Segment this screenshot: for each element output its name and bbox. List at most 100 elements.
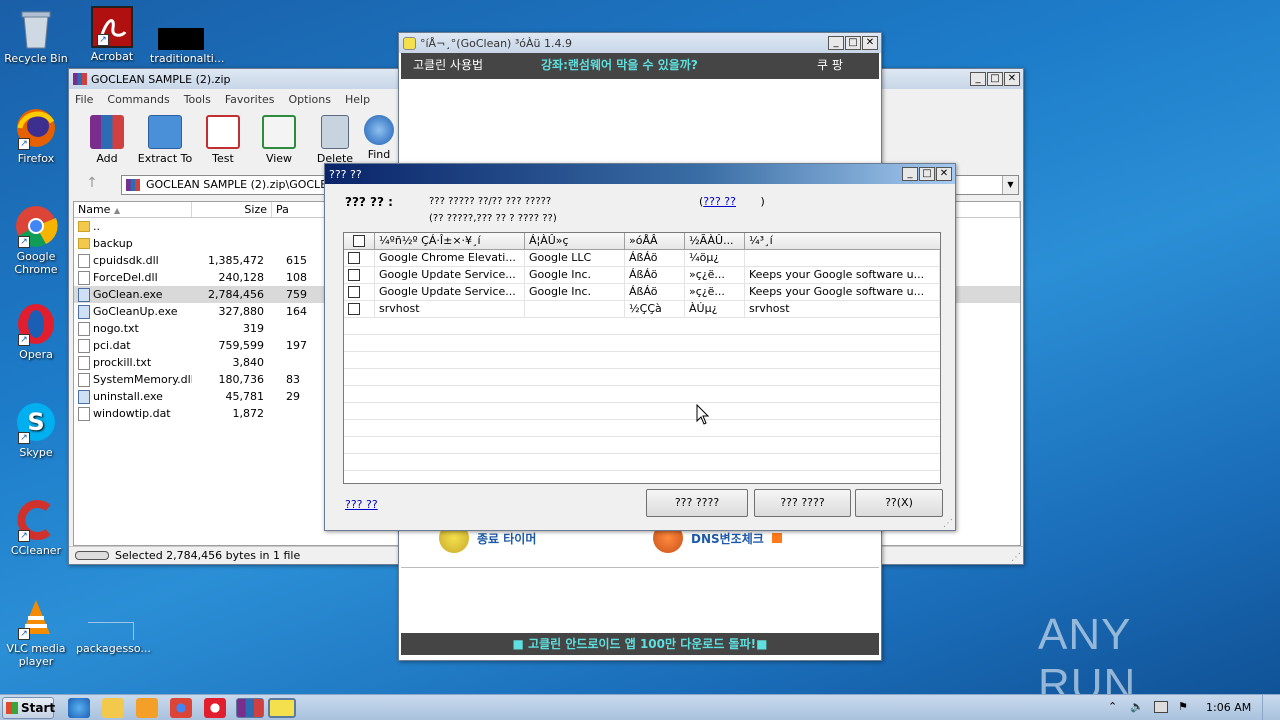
taskbar-goclean-icon[interactable] (268, 698, 296, 718)
goclean-banner[interactable]: ■ 고클린 안드로이드 앱 100만 다운로드 돌파!■ (401, 633, 879, 655)
resize-grip-icon[interactable]: ⋰ (1011, 549, 1021, 566)
maximize-button[interactable]: □ (919, 167, 935, 181)
menu-favorites[interactable]: Favorites (225, 93, 275, 106)
desktop-icon-ccleaner[interactable]: ↗ CCleaner (0, 498, 72, 557)
path-text: GOCLEAN SAMPLE (2).zip\GOCLEAN (146, 178, 343, 191)
exe-file-icon (78, 389, 90, 404)
service-dialog[interactable]: ??? ?? _ □ ✕ ??? ?? : ??? ????? ??/?? ??… (324, 163, 956, 531)
maximize-button[interactable]: □ (987, 72, 1003, 86)
add-archive-icon (90, 115, 124, 149)
toolbar-delete-button[interactable]: Delete (305, 115, 365, 165)
taskbar-chrome-icon[interactable] (170, 698, 192, 718)
view-book-icon (262, 115, 296, 149)
up-folder-button[interactable]: ↑ (79, 175, 105, 195)
start-button[interactable]: Start (2, 697, 55, 719)
toolbar-find-button[interactable]: Find (361, 115, 397, 161)
desktop-icon-vlc[interactable]: ↗ VLC media player (0, 596, 72, 668)
dialog-titlebar[interactable]: ??? ?? _ □ ✕ (325, 164, 955, 184)
column-service-name[interactable]: ¼­ºñ½º ÇÁ·Î±×·¥¸í (375, 233, 525, 249)
menu-options[interactable]: Options (289, 93, 331, 106)
row-checkbox[interactable] (348, 252, 360, 264)
select-all-checkbox-cell[interactable] (344, 233, 375, 249)
dialog-help-link[interactable]: (??? ?? ) (699, 195, 765, 208)
desktop-icon-label: CCleaner (10, 544, 62, 557)
row-checkbox[interactable] (348, 286, 360, 298)
toolbar-test-button[interactable]: Test (193, 115, 253, 165)
windows-logo-icon (6, 702, 18, 714)
clock[interactable]: 1:06 AM (1206, 701, 1251, 714)
vlc-icon: ↗ (14, 596, 58, 640)
divider (401, 567, 879, 568)
goclean-app-icon (403, 36, 416, 50)
nav-course-link[interactable]: 강좌:랜섬웨어 막을 수 있을까? (541, 53, 698, 78)
text-file-icon (78, 321, 90, 336)
anyrun-watermark: ANY RUN (1038, 610, 1137, 709)
winrar-app-icon (73, 73, 87, 85)
minimize-button[interactable]: _ (828, 36, 844, 50)
minimize-button[interactable]: _ (970, 72, 986, 86)
tray-flag-icon[interactable]: ⚑ (1178, 700, 1188, 713)
service-row[interactable]: Google Update Service... Google Inc. ÁßÁö»… (344, 267, 940, 284)
exe-file-icon (78, 287, 90, 302)
menu-commands[interactable]: Commands (107, 93, 169, 106)
skype-icon: S ↗ (14, 400, 58, 444)
dialog-button-1[interactable]: ??? ???? (646, 489, 748, 517)
menu-tools[interactable]: Tools (184, 93, 211, 106)
toolbar-extract-button[interactable]: Extract To (135, 115, 195, 165)
column-startup[interactable]: ½ÃÀÛ... (685, 233, 745, 249)
nav-coupang-link[interactable]: 쿠 팡 (817, 53, 843, 78)
status-text: Selected 2,784,456 bytes in 1 file (115, 549, 301, 562)
minimize-button[interactable]: _ (902, 167, 918, 181)
taskbar-opera-icon[interactable] (204, 698, 226, 718)
service-row[interactable]: Google Update Service... Google Inc. ÁßÁö»… (344, 284, 940, 301)
desktop-icon-firefox[interactable]: ↗ Firefox (0, 106, 72, 165)
dialog-title: ??? ?? (329, 167, 362, 181)
desktop-icon-file[interactable]: traditionalti... (150, 6, 224, 65)
dialog-bottom-link[interactable]: ??? ?? (345, 498, 378, 511)
dialog-button-2[interactable]: ??? ???? (754, 489, 851, 517)
taskbar-media-icon[interactable] (136, 698, 158, 718)
tray-expand-icon[interactable]: ⌃ (1108, 700, 1117, 713)
taskbar-ie-icon[interactable] (68, 698, 90, 718)
toolbar-add-button[interactable]: Add (77, 115, 137, 165)
menu-help[interactable]: Help (345, 93, 370, 106)
folder-up-icon (78, 221, 90, 232)
dialog-close-button[interactable]: ??(X) (855, 489, 943, 517)
close-button[interactable]: ✕ (936, 167, 952, 181)
tray-network-icon[interactable] (1154, 701, 1168, 713)
resize-grip-icon[interactable]: ⋰ (943, 518, 953, 529)
maximize-button[interactable]: □ (845, 36, 861, 50)
column-size[interactable]: Size (192, 202, 272, 217)
desktop-icon-opera[interactable]: ↗ Opera (0, 302, 72, 361)
service-row[interactable]: srvhost ½ÇÇà ÀÚµ¿ srvhost (344, 301, 940, 318)
tray-volume-icon[interactable]: 🔈 (1130, 700, 1144, 713)
select-all-checkbox[interactable] (353, 235, 365, 247)
column-description[interactable]: ¼³¸í (745, 233, 940, 249)
service-row[interactable]: Google Chrome Elevati... Google LLC ÁßÁö ¼ö… (344, 250, 940, 267)
column-name[interactable]: Name ▲ (74, 202, 192, 217)
taskbar-winrar-icon[interactable] (236, 698, 264, 718)
desktop-icon-label: Firefox (17, 152, 55, 165)
desktop-icon-acrobat[interactable]: ↗ Acrobat (76, 6, 148, 63)
column-vendor[interactable]: Á¦ÀÛ»ç (525, 233, 625, 249)
desktop-icon-skype[interactable]: S ↗ Skype (0, 400, 72, 459)
service-table[interactable]: ¼­ºñ½º ÇÁ·Î±×·¥¸í Á¦ÀÛ»ç »óÅÂ ½ÃÀÛ... ¼³… (343, 232, 941, 484)
path-dropdown-button[interactable]: ▼ (1002, 176, 1018, 194)
menu-file[interactable]: File (75, 93, 93, 106)
close-button[interactable]: ✕ (862, 36, 878, 50)
nav-howto-link[interactable]: 고클린 사용법 (413, 53, 483, 78)
desktop-icon-packages[interactable]: packagesso... (76, 596, 151, 655)
desktop-icon-recycle-bin[interactable]: Recycle Bin (0, 6, 72, 65)
mouse-cursor-icon (696, 404, 710, 425)
shortcut-arrow-icon: ↗ (97, 34, 109, 46)
row-checkbox[interactable] (348, 303, 360, 315)
show-desktop-button[interactable] (1262, 695, 1280, 720)
close-button[interactable]: ✕ (1004, 72, 1020, 86)
desktop-icon-label: Opera (19, 348, 53, 361)
column-state[interactable]: »óÅÂ (625, 233, 685, 249)
taskbar-explorer-icon[interactable] (102, 698, 124, 718)
toolbar-view-button[interactable]: View (249, 115, 309, 165)
row-checkbox[interactable] (348, 269, 360, 281)
goclean-titlebar[interactable]: °íÅ¬¸°(GoClean) ³óÀü 1.4.9 _ □ ✕ (399, 33, 881, 53)
desktop-icon-chrome[interactable]: ↗ Google Chrome (0, 204, 72, 276)
